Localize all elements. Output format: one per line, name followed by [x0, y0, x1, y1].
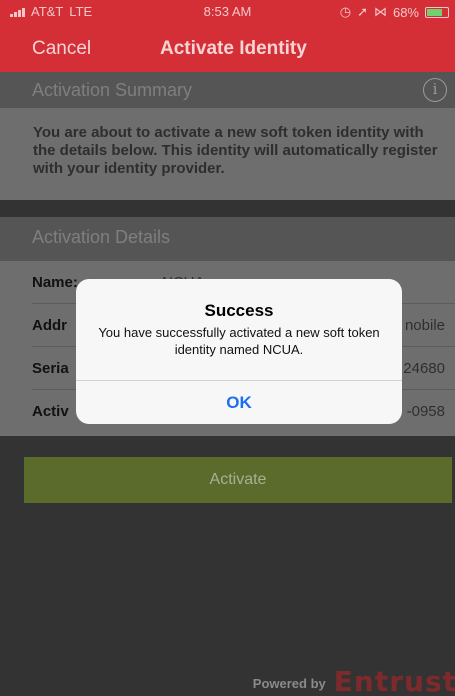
alert-message: You have successfully activated a new so…: [98, 325, 380, 357]
status-icons: ◷ ➚ ⋈ 68%: [340, 4, 449, 20]
detail-label: Addr: [32, 317, 67, 334]
bluetooth-icon: ⋈: [373, 4, 387, 19]
details-header-label: Activation Details: [32, 227, 171, 247]
detail-label: Activ: [32, 403, 69, 420]
detail-value: -0958: [406, 403, 445, 420]
success-alert: Success You have successfully activated …: [76, 279, 402, 424]
activation-details-header: Activation Details: [0, 217, 455, 261]
battery-icon: [425, 6, 449, 18]
summary-header-label: Activation Summary: [32, 80, 193, 100]
location-icon: ➚: [357, 4, 368, 19]
detail-label: Name:: [32, 274, 78, 291]
alarm-icon: ◷: [339, 4, 352, 19]
top-bar: AT&T LTE 8:53 AM ◷ ➚ ⋈ 68% Cancel Activa…: [0, 0, 455, 72]
activation-summary-text: You are about to activate a new soft tok…: [0, 108, 455, 200]
entrust-logo: Entrust: [333, 665, 455, 696]
alert-title: Success: [204, 301, 274, 320]
battery-percent: 68%: [392, 4, 419, 20]
battery-fill: [427, 8, 442, 16]
ok-button[interactable]: OK: [76, 381, 402, 424]
detail-value: nobile: [404, 317, 445, 334]
app-screen: AT&T LTE 8:53 AM ◷ ➚ ⋈ 68% Cancel Activa…: [0, 0, 455, 696]
cancel-button[interactable]: Cancel: [32, 38, 91, 60]
info-icon[interactable]: i: [423, 78, 447, 102]
page-title: Activate Identity: [160, 38, 307, 59]
powered-by-label: Powered by: [252, 676, 326, 691]
detail-value: 24680: [403, 360, 445, 377]
nav-bar: Cancel Activate Identity: [0, 30, 455, 68]
activate-button[interactable]: Activate: [24, 457, 452, 503]
detail-label: Seria: [32, 360, 69, 377]
activation-summary-header: Activation Summary i: [0, 72, 455, 108]
powered-by-footer: Powered by Entrust: [253, 668, 455, 696]
status-bar: AT&T LTE 8:53 AM ◷ ➚ ⋈ 68%: [0, 0, 455, 22]
